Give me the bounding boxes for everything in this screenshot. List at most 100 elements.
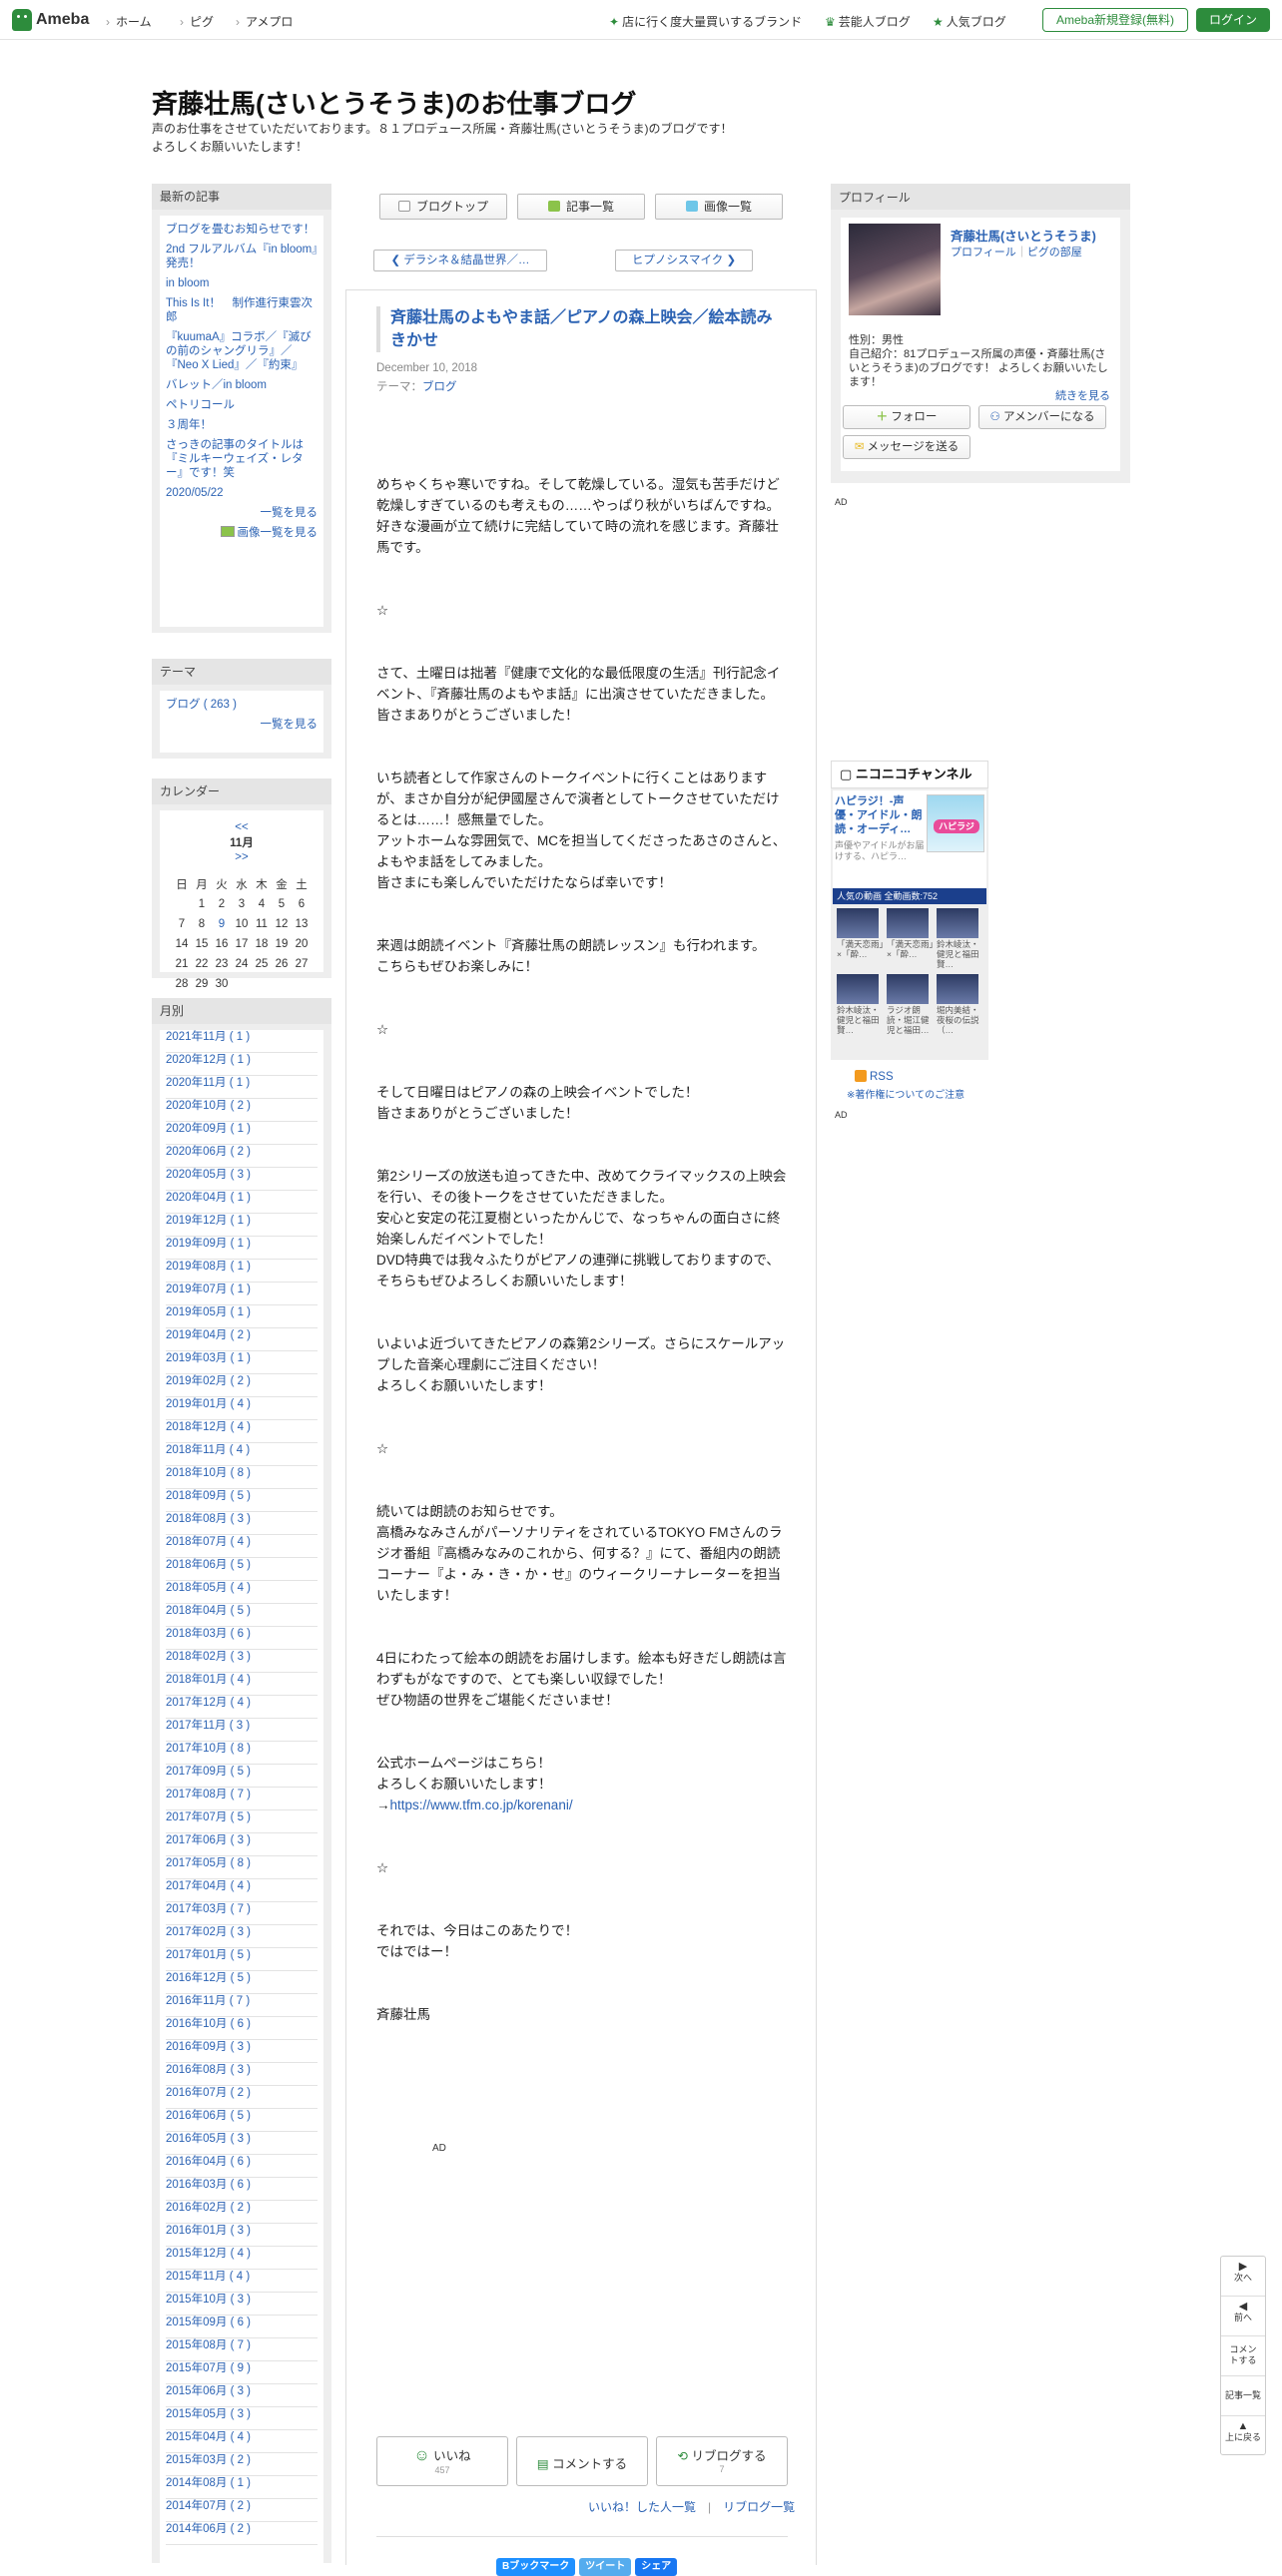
month-archive-link[interactable]: 2020年10月 ( 2 ) bbox=[166, 1099, 318, 1122]
month-archive-link[interactable]: 2019年01月 ( 4 ) bbox=[166, 1397, 318, 1420]
month-archive-link[interactable]: 2017年10月 ( 8 ) bbox=[166, 1742, 318, 1765]
pigg-room-link[interactable]: ピグの部屋 bbox=[1027, 247, 1082, 258]
comment-button[interactable]: ▤ コメントする bbox=[516, 2436, 648, 2486]
month-archive-link[interactable]: 2020年09月 ( 1 ) bbox=[166, 1122, 318, 1145]
month-archive-link[interactable]: 2015年04月 ( 4 ) bbox=[166, 2430, 318, 2453]
month-archive-link[interactable]: 2016年02月 ( 2 ) bbox=[166, 2201, 318, 2224]
channel-thumbnail[interactable]: ハピラジ bbox=[927, 794, 984, 852]
month-archive-link[interactable]: 2016年07月 ( 2 ) bbox=[166, 2086, 318, 2109]
next-button[interactable]: ▶ 次へ bbox=[1221, 2257, 1265, 2297]
popular-blog-link[interactable]: ★ 人気ブログ bbox=[933, 13, 1006, 30]
month-archive-link[interactable]: 2018年02月 ( 3 ) bbox=[166, 1650, 318, 1673]
month-archive-link[interactable]: 2014年06月 ( 2 ) bbox=[166, 2522, 318, 2545]
month-archive-link[interactable]: 2019年12月 ( 1 ) bbox=[166, 1214, 318, 1237]
month-archive-link[interactable]: 2019年07月 ( 1 ) bbox=[166, 1283, 318, 1305]
month-archive-link[interactable]: 2015年03月 ( 2 ) bbox=[166, 2453, 318, 2476]
back-to-top-button[interactable]: ▲ 上に戻る bbox=[1221, 2416, 1265, 2456]
month-archive-link[interactable]: 2016年01月 ( 3 ) bbox=[166, 2224, 318, 2247]
month-archive-link[interactable]: 2015年08月 ( 7 ) bbox=[166, 2338, 318, 2361]
prev-button[interactable]: ◀ 前へ bbox=[1221, 2297, 1265, 2336]
month-archive-link[interactable]: 2020年11月 ( 1 ) bbox=[166, 1076, 318, 1099]
month-archive-link[interactable]: 2018年04月 ( 5 ) bbox=[166, 1604, 318, 1627]
month-archive-link[interactable]: 2017年09月 ( 5 ) bbox=[166, 1765, 318, 1788]
brand-link[interactable]: ✦ 店に行く度大量買いするブランド bbox=[609, 13, 802, 30]
tweet-button[interactable]: ツイート bbox=[579, 2558, 632, 2576]
month-archive-link[interactable]: 2017年07月 ( 5 ) bbox=[166, 1810, 318, 1833]
month-archive-link[interactable]: 2018年07月 ( 4 ) bbox=[166, 1535, 318, 1558]
month-archive-link[interactable]: 2015年12月 ( 4 ) bbox=[166, 2247, 318, 2270]
month-archive-link[interactable]: 2017年11月 ( 3 ) bbox=[166, 1719, 318, 1742]
month-archive-link[interactable]: 2016年03月 ( 6 ) bbox=[166, 2178, 318, 2201]
month-archive-link[interactable]: 2016年08月 ( 3 ) bbox=[166, 2063, 318, 2086]
nav-home-link[interactable]: ホーム bbox=[106, 13, 152, 30]
copyright-notice-link[interactable]: ※著作権についてのご注意 bbox=[847, 1086, 964, 1101]
month-archive-link[interactable]: 2017年03月 ( 7 ) bbox=[166, 1902, 318, 1925]
facebook-share-button[interactable]: シェア bbox=[635, 2558, 678, 2576]
celebrity-blog-link[interactable]: ♛ 芸能人ブログ bbox=[825, 13, 911, 30]
month-archive-link[interactable]: 2015年09月 ( 6 ) bbox=[166, 2316, 318, 2338]
month-archive-link[interactable]: 2017年12月 ( 4 ) bbox=[166, 1696, 318, 1719]
video-item[interactable]: 「満天恋雨」×「酔… bbox=[837, 908, 885, 959]
month-archive-link[interactable]: 2018年11月 ( 4 ) bbox=[166, 1443, 318, 1466]
theme-link[interactable]: ブログ bbox=[422, 381, 457, 393]
video-item[interactable]: 鈴木崚汰・健児と福田賢… bbox=[837, 974, 885, 1035]
month-archive-link[interactable]: 2018年03月 ( 6 ) bbox=[166, 1627, 318, 1650]
avatar[interactable] bbox=[849, 224, 941, 315]
message-button[interactable]: ✉ メッセージを送る bbox=[843, 435, 970, 459]
ameba-logo[interactable]: Ameba bbox=[12, 8, 89, 32]
month-archive-link[interactable]: 2015年07月 ( 9 ) bbox=[166, 2361, 318, 2384]
theme-link[interactable]: ブログ ( 263 ) bbox=[166, 698, 318, 712]
month-archive-link[interactable]: 2018年01月 ( 4 ) bbox=[166, 1673, 318, 1696]
image-list-more-link[interactable]: 画像一覧を見る bbox=[166, 526, 318, 540]
niconico-header[interactable]: ▢ ニコニコチャンネル bbox=[831, 761, 988, 788]
recent-post-link[interactable]: ３周年！ bbox=[166, 418, 318, 432]
recent-list-more-link[interactable]: 一覧を見る bbox=[166, 506, 319, 520]
float-article-list-button[interactable]: 記事一覧 bbox=[1221, 2376, 1265, 2416]
month-archive-link[interactable]: 2015年10月 ( 3 ) bbox=[166, 2293, 318, 2316]
month-archive-link[interactable]: 2017年06月 ( 3 ) bbox=[166, 1833, 318, 1856]
reblog-button[interactable]: ⟲ リブログする 7 bbox=[656, 2436, 788, 2486]
recent-post-link[interactable]: 2020/05/22 bbox=[166, 486, 318, 500]
like-list-link[interactable]: いいね！した人一覧 bbox=[588, 2500, 696, 2514]
month-archive-link[interactable]: 2019年02月 ( 2 ) bbox=[166, 1374, 318, 1397]
month-archive-link[interactable]: 2018年06月 ( 5 ) bbox=[166, 1558, 318, 1581]
recent-post-link[interactable]: ペトリコール bbox=[166, 398, 318, 412]
prev-article-link[interactable]: ❮ デラシネ＆結晶世界／… bbox=[373, 250, 547, 271]
month-archive-link[interactable]: 2019年03月 ( 1 ) bbox=[166, 1351, 318, 1374]
article-title[interactable]: 斉藤壮馬のよもやま話／ピアノの森上映会／絵本読みきかせ bbox=[376, 306, 786, 352]
follow-button[interactable]: ＋ フォロー bbox=[843, 405, 970, 429]
rss-link[interactable]: RSS bbox=[855, 1070, 894, 1083]
bookmark-button[interactable]: Bブックマーク bbox=[496, 2558, 576, 2576]
video-item[interactable]: 堀内美結・夜桜の伝説（… bbox=[937, 974, 984, 1035]
month-archive-link[interactable]: 2015年05月 ( 3 ) bbox=[166, 2407, 318, 2430]
video-item[interactable]: 鈴木崚汰・健児と福田賢… bbox=[937, 908, 984, 969]
month-archive-link[interactable]: 2019年05月 ( 1 ) bbox=[166, 1305, 318, 1328]
blog-title[interactable]: 斉藤壮馬(さいとうそうま)のお仕事ブログ bbox=[152, 84, 636, 121]
nav-pigg-link[interactable]: ピグ bbox=[180, 13, 214, 30]
profile-link[interactable]: プロフィール bbox=[951, 247, 1016, 258]
month-archive-link[interactable]: 2015年11月 ( 4 ) bbox=[166, 2270, 318, 2293]
month-archive-link[interactable]: 2016年06月 ( 5 ) bbox=[166, 2109, 318, 2132]
month-archive-link[interactable]: 2018年10月 ( 8 ) bbox=[166, 1466, 318, 1489]
calendar-next-link[interactable]: >> bbox=[184, 850, 300, 864]
month-archive-link[interactable]: 2014年07月 ( 2 ) bbox=[166, 2499, 318, 2522]
month-archive-link[interactable]: 2014年08月 ( 1 ) bbox=[166, 2476, 318, 2499]
like-button[interactable]: ☺ いいね 457 bbox=[376, 2436, 508, 2486]
month-archive-link[interactable]: 2016年04月 ( 6 ) bbox=[166, 2155, 318, 2178]
month-archive-link[interactable]: 2020年06月 ( 2 ) bbox=[166, 1145, 318, 1168]
article-list-button[interactable]: 記事一覧 bbox=[517, 194, 645, 220]
month-archive-link[interactable]: 2017年08月 ( 7 ) bbox=[166, 1788, 318, 1810]
blog-top-button[interactable]: ブログトップ bbox=[379, 194, 507, 220]
video-item[interactable]: ラジオ朗読・堀江健児と福田… bbox=[887, 974, 935, 1035]
profile-name[interactable]: 斉藤壮馬(さいとうそうま) bbox=[951, 226, 1096, 245]
month-archive-link[interactable]: 2020年05月 ( 3 ) bbox=[166, 1168, 318, 1191]
channel-card[interactable]: ハピラジ！-声優・アイドル・朗読・オーディ… 声優やアイドルがお届けする、ハピラ… bbox=[833, 790, 986, 890]
month-archive-link[interactable]: 2017年01月 ( 5 ) bbox=[166, 1948, 318, 1971]
month-archive-link[interactable]: 2020年04月 ( 1 ) bbox=[166, 1191, 318, 1214]
amember-button[interactable]: ⚇ アメンバーになる bbox=[978, 405, 1106, 429]
month-archive-link[interactable]: 2018年09月 ( 5 ) bbox=[166, 1489, 318, 1512]
month-archive-link[interactable]: 2021年11月 ( 1 ) bbox=[166, 1030, 318, 1053]
image-list-button[interactable]: 画像一覧 bbox=[655, 194, 783, 220]
month-archive-link[interactable]: 2016年09月 ( 3 ) bbox=[166, 2040, 318, 2063]
month-archive-link[interactable]: 2019年08月 ( 1 ) bbox=[166, 1260, 318, 1283]
